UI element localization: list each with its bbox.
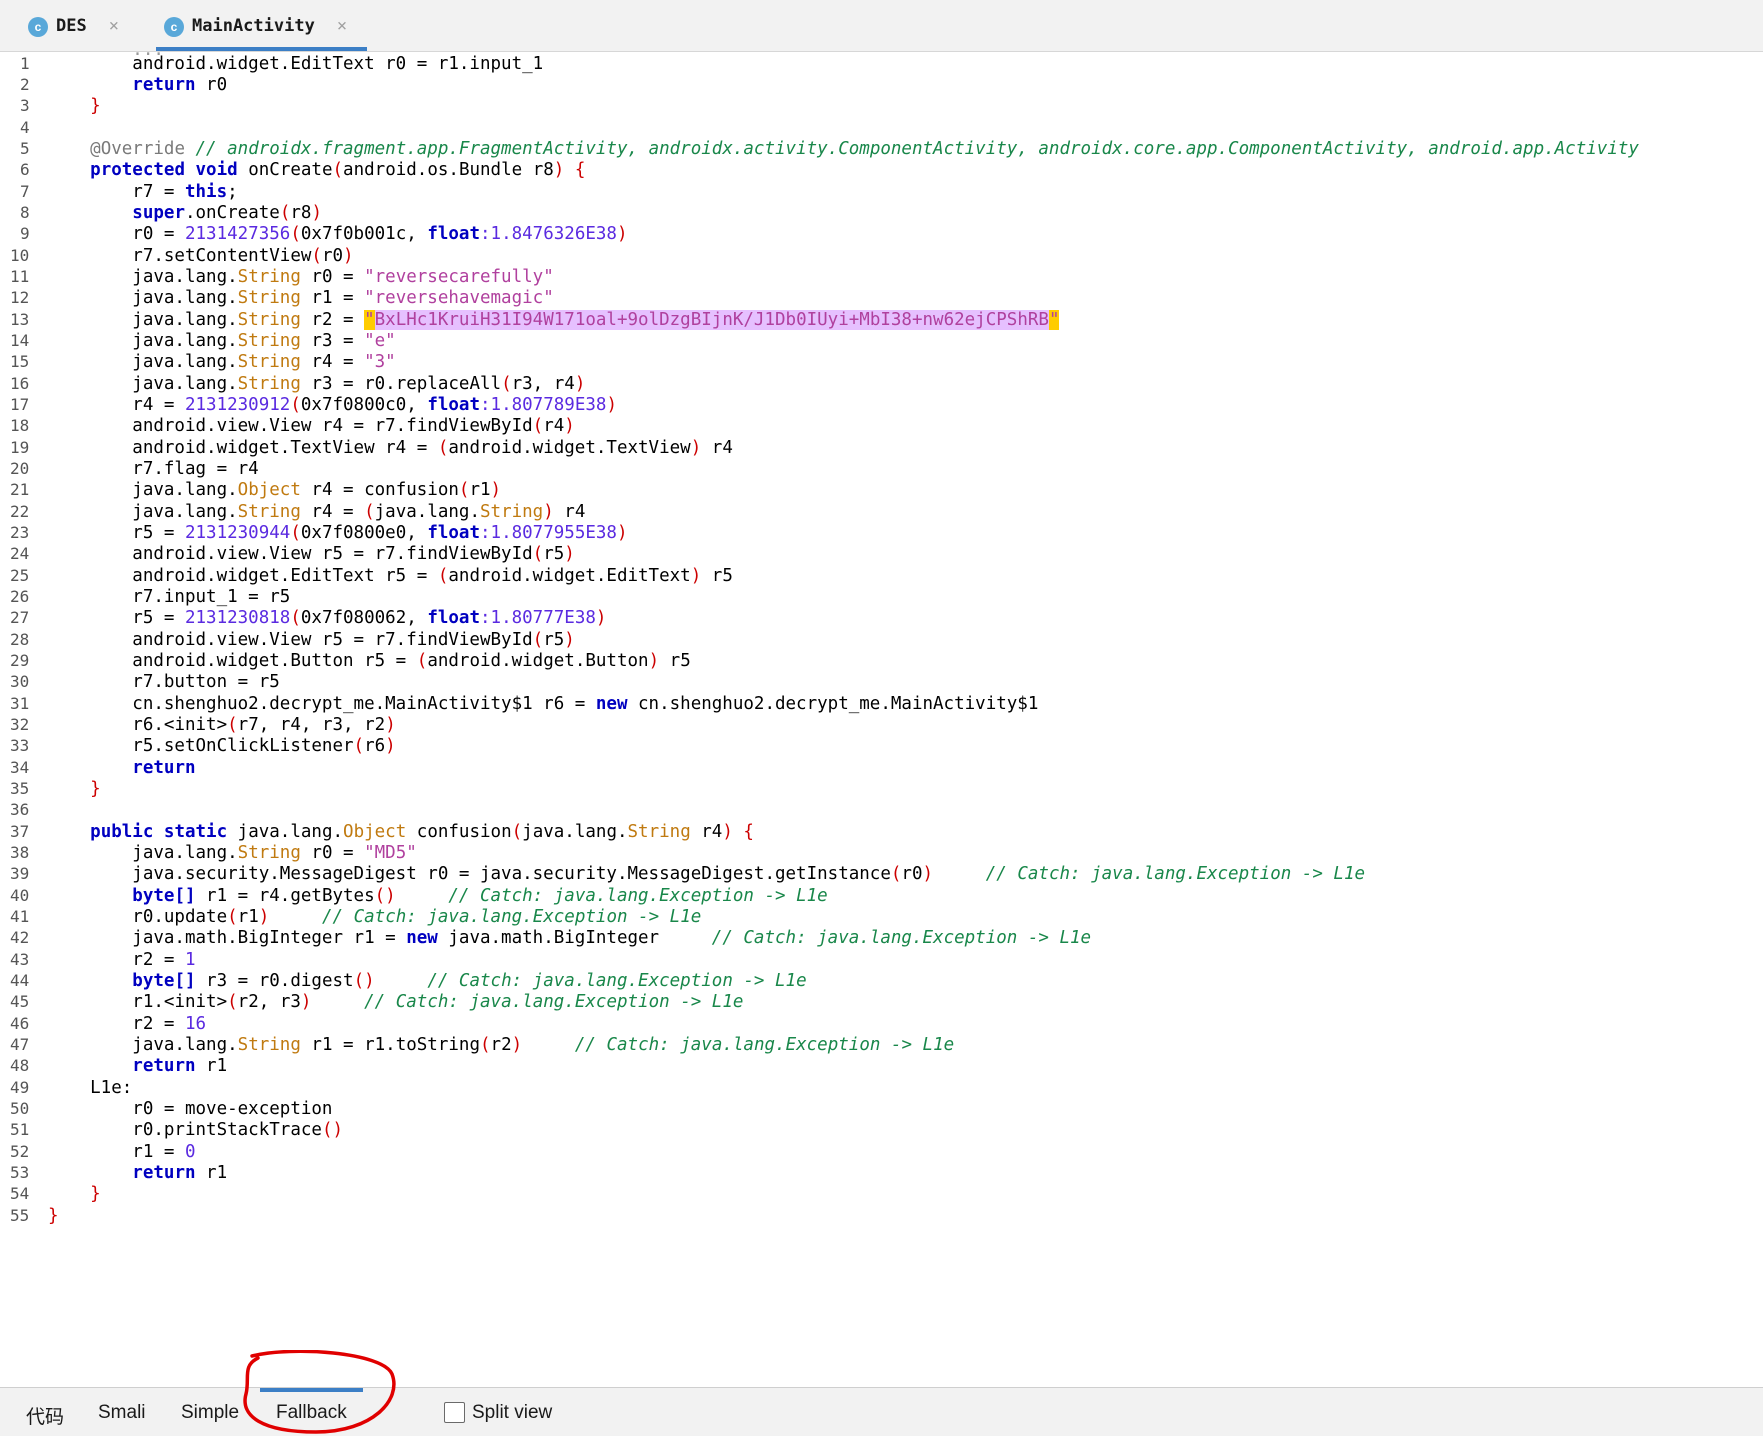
code-line: r0.printStackTrace() bbox=[48, 1120, 344, 1140]
line-number: 51 bbox=[10, 1120, 30, 1139]
line-number: 27 bbox=[10, 608, 30, 627]
code-line: } bbox=[90, 779, 101, 799]
code-line: r0 = 2131427356(0x7f0b001c, float:1.8476… bbox=[48, 224, 628, 244]
line-number: 9 bbox=[20, 224, 30, 243]
code-line: android.view.View r4 = r7.findViewById(r… bbox=[48, 416, 575, 436]
line-number: 24 bbox=[10, 544, 30, 563]
code-line: java.lang.String r4 = "3" bbox=[48, 352, 396, 372]
red-circle-annotation bbox=[243, 1350, 396, 1434]
line-number: 55 bbox=[10, 1206, 30, 1225]
tab-code[interactable]: 代码 bbox=[26, 1402, 64, 1429]
tab-label: DES bbox=[56, 15, 87, 36]
line-number: 18 bbox=[10, 416, 30, 435]
close-icon[interactable]: × bbox=[109, 16, 119, 36]
line-number: 15 bbox=[10, 352, 30, 371]
code-line: java.lang.Object r4 = confusion(r1) bbox=[48, 480, 502, 500]
code-line: r1.<init>(r2, r3) // Catch: java.lang.Ex… bbox=[48, 992, 744, 1012]
line-number: 42 bbox=[10, 928, 30, 947]
editor-tab-bar: c DES × c MainActivity × bbox=[0, 0, 1763, 51]
code-line: java.security.MessageDigest r0 = java.se… bbox=[48, 864, 1366, 884]
tab-smali[interactable]: Smali bbox=[98, 1402, 146, 1424]
code-line: } bbox=[90, 96, 101, 116]
code-line: return r1 bbox=[132, 1056, 228, 1076]
line-number: 48 bbox=[10, 1056, 30, 1075]
close-icon[interactable]: × bbox=[337, 16, 347, 36]
line-number: 54 bbox=[10, 1184, 30, 1203]
code-line: r5 = 2131230818(0x7f080062, float:1.8077… bbox=[48, 608, 607, 628]
line-number: 39 bbox=[10, 864, 30, 883]
split-view-checkbox[interactable] bbox=[444, 1402, 465, 1423]
code-line: } bbox=[48, 1206, 59, 1226]
code-line: } bbox=[90, 1184, 101, 1204]
line-number: 6 bbox=[20, 160, 30, 179]
class-icon: c bbox=[28, 16, 48, 37]
tab-simple[interactable]: Simple bbox=[181, 1402, 239, 1424]
tab-mainactivity[interactable]: c MainActivity × bbox=[155, 0, 368, 51]
code-editor[interactable]: 1 2 3 4 5 6 7 8 9 10 11 12 13 14 15 16 17 18 19 20 21 22 23 24 2… bbox=[0, 51, 1763, 1388]
line-number: 30 bbox=[10, 672, 30, 691]
tab-des[interactable]: c DES × bbox=[28, 0, 119, 51]
line-number: 45 bbox=[10, 992, 30, 1011]
line-number: 33 bbox=[10, 736, 30, 755]
line-number: 3 bbox=[20, 96, 30, 115]
line-number: 36 bbox=[10, 800, 30, 819]
code-line: r5.setOnClickListener(r6) bbox=[48, 736, 396, 756]
tab-label: MainActivity bbox=[192, 15, 315, 36]
code-line: r7.button = r5 bbox=[48, 672, 280, 692]
code-line: protected void onCreate(android.os.Bundl… bbox=[90, 160, 586, 180]
code-line: java.lang.String r1 = "reversehavemagic" bbox=[48, 288, 554, 308]
code-line: java.math.BigInteger r1 = new java.math.… bbox=[48, 928, 1092, 948]
code-line: android.view.View r5 = r7.findViewById(r… bbox=[48, 544, 575, 564]
class-icon: c bbox=[164, 16, 184, 37]
split-view-label[interactable]: Split view bbox=[472, 1402, 552, 1424]
line-number: 12 bbox=[10, 288, 30, 307]
line-number: 21 bbox=[10, 480, 30, 499]
highlighted-string[interactable]: BxLHc1KruiH31I94W171oal+9olDzgBIjnK/J1Db… bbox=[374, 310, 1049, 330]
